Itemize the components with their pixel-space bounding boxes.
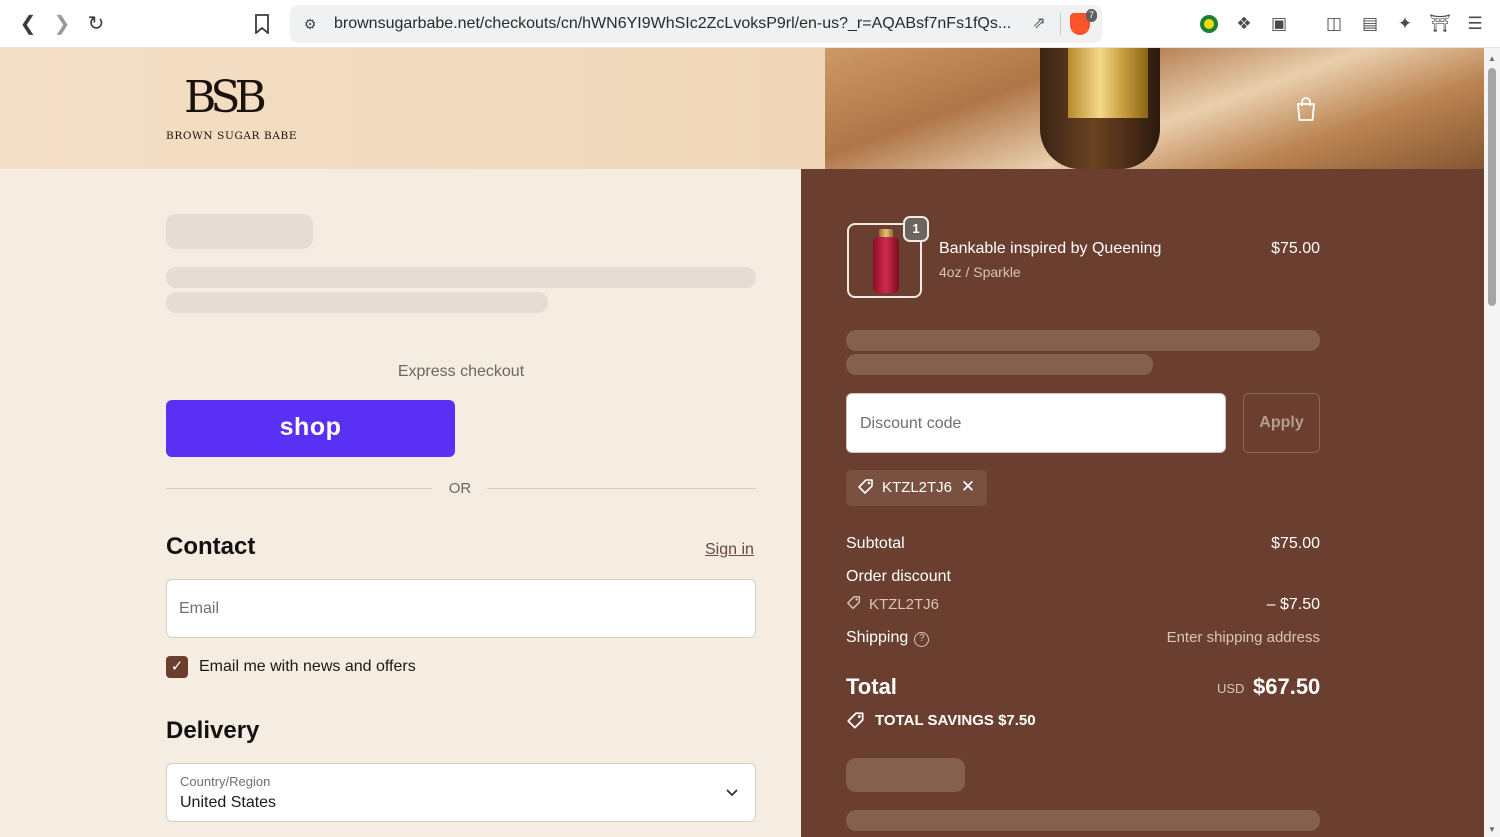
- site-settings-icon[interactable]: ⚙: [300, 14, 320, 34]
- bookmark-icon[interactable]: [248, 10, 276, 38]
- delivery-heading: Delivery: [166, 717, 260, 744]
- order-discount-code: KTZL2TJ6: [869, 596, 940, 613]
- country-select[interactable]: Country/Region United States: [166, 763, 756, 822]
- applied-discount-chip: KTZL2TJ6 ✕: [846, 470, 987, 506]
- perfume-bottle-image: [873, 237, 899, 293]
- product-variant: 4oz / Sparkle: [939, 264, 1021, 280]
- logo-mark: BSB: [184, 72, 267, 123]
- help-icon[interactable]: ?: [914, 632, 930, 647]
- shield-count-badge: 7: [1086, 9, 1098, 22]
- sign-in-link[interactable]: Sign in: [705, 541, 754, 559]
- loading-skeleton: [166, 292, 548, 313]
- email-field[interactable]: [166, 579, 756, 638]
- shipping-value: Enter shipping address: [1166, 629, 1320, 646]
- sidebar-icon[interactable]: ◫: [1322, 12, 1346, 36]
- logo-text: BROWN SUGAR BABE: [166, 130, 298, 142]
- loading-skeleton: [846, 810, 1320, 831]
- tag-icon: [856, 478, 876, 498]
- divider: [1060, 13, 1061, 35]
- apply-discount-button[interactable]: Apply: [1243, 393, 1320, 453]
- product-price: $75.00: [1271, 240, 1320, 257]
- share-icon[interactable]: ⇗: [1028, 13, 1050, 35]
- extension-icon[interactable]: [1197, 12, 1221, 36]
- order-discount-value: – $7.50: [1266, 596, 1320, 613]
- menu-icon[interactable]: ☰: [1463, 12, 1487, 36]
- back-icon[interactable]: ❮: [14, 10, 42, 38]
- order-summary: 1 Bankable inspired by Queening 4oz / Sp…: [801, 169, 1484, 837]
- discount-code-input[interactable]: [860, 409, 1210, 439]
- shopping-bag-icon[interactable]: [1294, 96, 1318, 122]
- scrollbar-thumb[interactable]: [1488, 68, 1496, 306]
- scroll-up-icon[interactable]: ▲: [1487, 54, 1497, 64]
- shipping-row: Shipping?: [846, 629, 930, 647]
- loading-skeleton: [846, 354, 1153, 375]
- loading-skeleton: [166, 214, 313, 249]
- loading-skeleton: [166, 267, 756, 288]
- url-text[interactable]: brownsugarbabe.net/checkouts/cn/hWN6YI9W…: [334, 15, 1014, 33]
- total-value: $67.50: [1253, 674, 1321, 699]
- savings-tag-icon: [846, 711, 866, 731]
- newsletter-label[interactable]: Email me with news and offers: [199, 658, 416, 676]
- express-checkout-label: Express checkout: [397, 363, 525, 380]
- loading-skeleton: [846, 330, 1320, 351]
- email-input[interactable]: [179, 594, 739, 624]
- loading-skeleton: [846, 758, 965, 792]
- vpn-icon[interactable]: ⛩: [1428, 12, 1452, 36]
- scroll-down-icon[interactable]: ▼: [1487, 825, 1497, 835]
- address-bar[interactable]: ⚙ brownsugarbabe.net/checkouts/cn/hWN6YI…: [290, 5, 1102, 43]
- forward-icon[interactable]: ❯: [48, 10, 76, 38]
- shop-pay-button[interactable]: shop: [166, 400, 455, 457]
- quantity-badge: 1: [903, 216, 929, 242]
- shipping-label: Shipping: [846, 629, 909, 646]
- order-discount-label: Order discount: [846, 568, 951, 585]
- country-value[interactable]: United States: [180, 794, 276, 812]
- banner-cap-image: [1068, 48, 1148, 118]
- divider: [166, 488, 432, 489]
- discount-code-field[interactable]: [846, 393, 1226, 453]
- leo-ai-icon[interactable]: ✦: [1393, 12, 1417, 36]
- puzzle-icon[interactable]: ❖: [1232, 12, 1256, 36]
- divider: [487, 488, 756, 489]
- country-label: Country/Region: [180, 774, 271, 789]
- reader-icon[interactable]: ▣: [1267, 12, 1291, 36]
- wallet-icon[interactable]: ▤: [1358, 12, 1382, 36]
- tag-icon: [846, 595, 864, 613]
- chevron-down-icon[interactable]: [722, 782, 742, 802]
- subtotal-label: Subtotal: [846, 535, 905, 552]
- applied-discount-code: KTZL2TJ6: [882, 479, 953, 496]
- contact-heading: Contact: [166, 533, 256, 560]
- page-scrollbar[interactable]: ▲ ▼: [1484, 48, 1500, 837]
- total-currency: USD: [1217, 681, 1245, 696]
- close-icon[interactable]: ✕: [958, 477, 978, 497]
- browser-toolbar: ❮ ❯ ↻ ⚙ brownsugarbabe.net/checkouts/cn/…: [0, 0, 1500, 48]
- total-savings: TOTAL SAVINGS $7.50: [875, 712, 1036, 729]
- header-banner: BSB BROWN SUGAR BABE: [0, 48, 1484, 169]
- store-logo[interactable]: BSB BROWN SUGAR BABE: [166, 72, 296, 148]
- total-label: Total: [846, 674, 897, 699]
- newsletter-checkbox[interactable]: ✓: [166, 656, 188, 678]
- subtotal-value: $75.00: [1271, 535, 1320, 552]
- or-separator: OR: [448, 480, 472, 497]
- checkout-form: Express checkout shop OR Contact Sign in…: [0, 169, 801, 837]
- reload-icon[interactable]: ↻: [82, 10, 110, 38]
- product-name: Bankable inspired by Queening: [939, 240, 1162, 257]
